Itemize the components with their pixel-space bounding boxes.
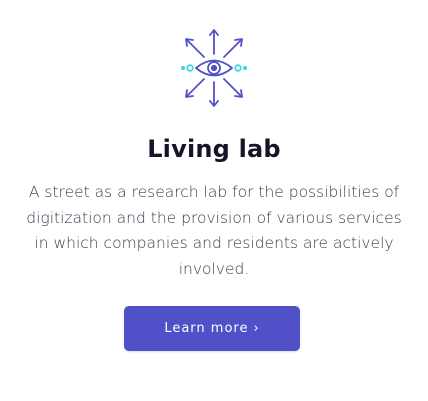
- eye-with-arrows-icon: [175, 28, 253, 108]
- card-description: A street as a research lab for the possi…: [26, 183, 402, 278]
- learn-more-label: Learn more: [164, 321, 249, 336]
- learn-more-button[interactable]: Learn more ›: [124, 306, 300, 351]
- feature-card: Living lab A street as a research lab fo…: [0, 0, 428, 401]
- chevron-right-icon: ›: [253, 321, 260, 336]
- card-title: Living lab: [147, 135, 281, 163]
